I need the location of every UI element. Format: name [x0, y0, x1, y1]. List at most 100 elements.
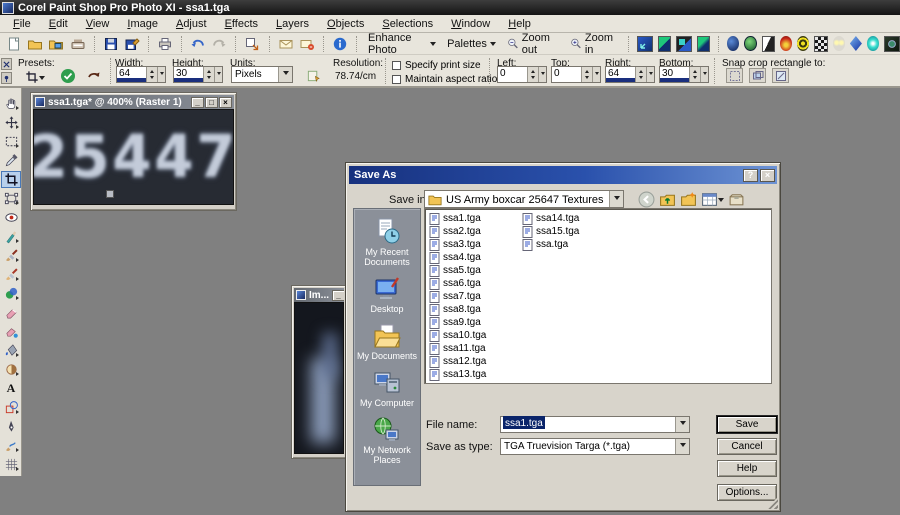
flame-effect-icon[interactable] — [780, 36, 792, 51]
slider-popup-icon[interactable] — [538, 67, 546, 82]
file-item[interactable]: ssa4.tga — [429, 251, 504, 264]
snap-full-image-icon[interactable] — [726, 68, 743, 83]
zoom-out-button[interactable]: Zoom out — [504, 32, 562, 56]
maintain-aspect-ratio-checkbox[interactable]: Maintain aspect ratio — [392, 74, 497, 85]
file-item[interactable]: ssa10.tga — [429, 329, 504, 342]
place-my-documents[interactable]: My Documents — [355, 323, 419, 361]
width-spinner[interactable]: 64 — [116, 66, 166, 83]
spin-up-icon[interactable] — [690, 67, 700, 75]
file-item[interactable]: ssa8.tga — [429, 303, 504, 316]
top-spinner[interactable]: 0 — [551, 66, 601, 83]
move-tool[interactable] — [1, 114, 21, 131]
image-window-ssa1[interactable]: ssa1.tga* @ 400% (Raster 1) _ □ × 25447 — [30, 92, 237, 211]
spin-up-icon[interactable] — [582, 67, 592, 75]
redo-button[interactable] — [211, 34, 227, 53]
slider-popup-icon[interactable] — [157, 67, 165, 82]
eraser-tool[interactable] — [1, 304, 21, 321]
open-image-button[interactable] — [27, 34, 43, 53]
crop-tool[interactable] — [1, 171, 21, 188]
cancel-button[interactable]: Cancel — [717, 438, 777, 455]
share-button[interactable] — [299, 34, 315, 53]
save-button[interactable]: Save — [717, 416, 777, 433]
lights-effect-icon[interactable] — [833, 36, 845, 51]
close-icon[interactable]: × — [219, 97, 232, 108]
color-changer-tool[interactable] — [1, 285, 21, 302]
pattern-effect-icon[interactable] — [814, 36, 827, 52]
makeover-tool[interactable] — [1, 228, 21, 245]
file-item[interactable]: ssa5.tga — [429, 264, 504, 277]
undo-button[interactable] — [190, 34, 206, 53]
file-item[interactable]: ssa2.tga — [429, 225, 504, 238]
file-item[interactable]: ssa3.tga — [429, 238, 504, 251]
units-select[interactable]: Pixels — [231, 66, 293, 83]
apply-button[interactable] — [58, 67, 78, 85]
specify-print-size-checkbox[interactable]: Specify print size — [392, 60, 481, 71]
new-image-button[interactable] — [6, 34, 22, 53]
checkbox-icon[interactable] — [392, 61, 401, 70]
print-button[interactable] — [157, 34, 173, 53]
background-eraser-tool[interactable] — [1, 323, 21, 340]
help-button[interactable]: Help — [717, 460, 777, 477]
minimize-icon[interactable]: _ — [332, 290, 344, 301]
email-button[interactable] — [278, 34, 294, 53]
place-my-recent-documents[interactable]: My Recent Documents — [355, 217, 419, 267]
dual-view-icon[interactable] — [676, 36, 692, 52]
right-spinner[interactable]: 64 — [605, 66, 655, 83]
paint-brush-tool[interactable] — [1, 266, 21, 283]
pan-tool[interactable] — [1, 95, 21, 112]
enhance-photo-dropdown[interactable]: Enhance Photo — [365, 32, 439, 56]
info-button[interactable] — [332, 34, 348, 53]
file-list[interactable]: ssa1.tga ssa2.tga ssa3.tga ssa4.tga ssa5… — [424, 208, 772, 384]
save-button[interactable] — [103, 34, 119, 53]
selection-tool[interactable] — [1, 133, 21, 150]
crop-handle[interactable] — [106, 190, 114, 198]
scan-button[interactable] — [69, 34, 85, 53]
spin-up-icon[interactable] — [147, 67, 157, 75]
photo-contrast-icon[interactable] — [762, 36, 775, 52]
file-item[interactable]: ssa9.tga — [429, 316, 504, 329]
place-desktop[interactable]: Desktop — [355, 276, 419, 314]
file-item[interactable]: ssa7.tga — [429, 290, 504, 303]
slider-popup-icon[interactable] — [214, 67, 222, 82]
menu-edit[interactable]: Edit — [40, 16, 77, 32]
file-item[interactable]: ssa14.tga — [522, 212, 597, 225]
image-window-titlebar[interactable]: ssa1.tga* @ 400% (Raster 1) _ □ × — [33, 95, 234, 109]
menu-file[interactable]: File — [4, 16, 40, 32]
target-effect-icon[interactable] — [797, 36, 809, 51]
chevron-down-icon[interactable] — [675, 417, 689, 432]
browse-button[interactable] — [48, 34, 64, 53]
spin-down-icon[interactable] — [204, 75, 214, 83]
menu-window[interactable]: Window — [442, 16, 499, 32]
bottom-spinner[interactable]: 30 — [659, 66, 709, 83]
spin-down-icon[interactable] — [582, 75, 592, 83]
back-icon[interactable] — [638, 191, 655, 208]
warp-brush-tool[interactable] — [1, 437, 21, 454]
file-item[interactable]: ssa11.tga — [429, 342, 504, 355]
place-my-network-places[interactable]: My Network Places — [355, 417, 419, 465]
presets-dropdown[interactable] — [22, 68, 48, 86]
file-item[interactable]: ssa12.tga — [429, 355, 504, 368]
maximize-icon[interactable]: □ — [205, 97, 218, 108]
spin-up-icon[interactable] — [204, 67, 214, 75]
menu-selections[interactable]: Selections — [373, 16, 442, 32]
height-spinner[interactable]: 30 — [173, 66, 223, 83]
checkbox-icon[interactable] — [392, 75, 401, 84]
file-item[interactable]: ssa1.tga — [429, 212, 504, 225]
reset-button[interactable] — [84, 67, 104, 85]
context-help-icon[interactable]: ? — [743, 169, 758, 182]
slider-popup-icon[interactable] — [592, 67, 600, 82]
place-my-computer[interactable]: My Computer — [355, 370, 419, 408]
globe-effect-icon[interactable] — [744, 36, 757, 51]
menu-view[interactable]: View — [77, 16, 119, 32]
image-canvas-2[interactable] — [294, 302, 344, 454]
save-as-button[interactable] — [124, 34, 140, 53]
menu-adjust[interactable]: Adjust — [167, 16, 216, 32]
camera-effect-icon[interactable] — [884, 36, 900, 52]
file-name-input[interactable]: ssa1.tga — [500, 416, 690, 433]
chevron-down-icon[interactable] — [609, 191, 623, 207]
lighten-darken-tool[interactable] — [1, 361, 21, 378]
options-button[interactable]: Options... — [717, 484, 777, 501]
spin-down-icon[interactable] — [690, 75, 700, 83]
sphere-effect-icon[interactable] — [727, 36, 739, 51]
menu-objects[interactable]: Objects — [318, 16, 373, 32]
